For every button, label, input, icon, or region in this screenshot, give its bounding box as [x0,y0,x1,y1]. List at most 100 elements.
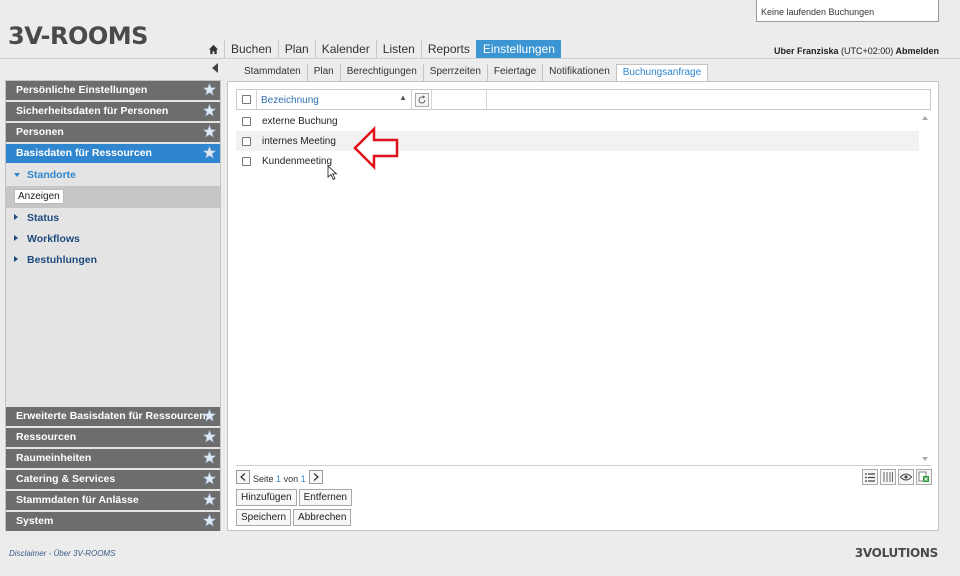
favorite-star-icon[interactable] [203,146,216,159]
next-page-button[interactable] [308,470,323,484]
row-checkbox[interactable] [241,156,251,166]
sidebar-group-stammdaten-anlaesse[interactable]: Stammdaten für Anlässe [6,491,220,510]
sidebar-group-label: Persönliche Einstellungen [16,84,148,96]
table-row[interactable]: internes Meeting [236,131,919,151]
favorite-star-icon[interactable] [203,125,216,138]
timezone: (UTC+02:00) [841,46,894,56]
favorite-star-icon[interactable] [203,472,216,485]
grid-header: Bezeichnung ▲ [236,89,931,110]
pager: Seite 1 von 1 [236,470,323,484]
favorite-star-icon[interactable] [203,430,216,443]
favorite-star-icon[interactable] [203,514,216,527]
sidebar-item-standorte[interactable]: Standorte [6,165,220,186]
refresh-button[interactable] [412,90,432,109]
mouse-pointer-icon [327,165,338,181]
nav-kalender[interactable]: Kalender [314,40,376,58]
nav-listen[interactable]: Listen [375,40,421,58]
row-label: internes Meeting [262,135,336,147]
footer-links: Disclaimer - Über 3V-ROOMS [9,549,115,558]
row-checkbox[interactable] [241,136,251,146]
sidebar-group-label: Raumeinheiten [16,452,92,464]
row-label: externe Buchung [262,115,338,127]
about-link[interactable]: Über 3V-ROOMS [53,549,115,558]
nav-buchen[interactable]: Buchen [224,40,278,58]
favorite-star-icon[interactable] [203,104,216,117]
main-nav: Buchen Plan Kalender Listen Reports Eins… [202,40,561,58]
select-all-checkbox[interactable] [242,95,251,104]
sidebar-subaction: Anzeigen [6,186,220,208]
column-label: Bezeichnung [261,95,319,106]
sidebar-group-sicherheitsdaten[interactable]: Sicherheitsdaten für Personen [6,102,220,121]
sidebar-group-raumeinheiten[interactable]: Raumeinheiten [6,449,220,468]
sidebar-group-personen[interactable]: Personen [6,123,220,142]
sidebar-group-label: Personen [16,126,64,138]
tab-buchungsanfrage[interactable]: Buchungsanfrage [615,64,709,82]
sidebar-group-catering-services[interactable]: Catering & Services [6,470,220,489]
sidebar-item-status[interactable]: Status [6,208,220,229]
form-actions: Speichern Abbrechen [236,509,352,526]
sidebar-item-bestuhlungen[interactable]: Bestuhlungen [6,250,220,271]
scroll-up-icon[interactable] [922,116,928,120]
list-view-icon[interactable] [862,469,878,485]
nav-plan[interactable]: Plan [277,40,315,58]
expanded-caret-icon [14,173,20,177]
logout-link[interactable]: Abmelden [895,46,939,56]
sub-tabs: Stammdaten Plan Berechtigungen Sperrzeit… [238,64,709,82]
home-icon[interactable] [202,40,224,58]
header-spacer [432,90,487,109]
favorite-star-icon[interactable] [203,409,216,422]
sidebar-group-persoenliche-einstellungen[interactable]: Persönliche Einstellungen [6,81,220,100]
grid-footer-divider [236,465,931,466]
anzeigen-button[interactable]: Anzeigen [14,189,64,204]
tab-sperrzeiten[interactable]: Sperrzeiten [422,64,487,82]
table-row[interactable]: externe Buchung [236,111,919,131]
footer-separator: - [48,549,52,558]
grid-tools [862,469,932,485]
add-button[interactable]: Hinzufügen [236,489,297,506]
scroll-down-icon[interactable] [922,457,928,461]
tab-berechtigungen[interactable]: Berechtigungen [339,64,423,82]
save-button[interactable]: Speichern [236,509,292,526]
sidebar-group-label: Erweiterte Basisdaten für Ressourcen [16,410,206,422]
columns-icon[interactable] [880,469,896,485]
remove-button[interactable]: Entfernen [298,489,352,506]
sidebar: Persönliche Einstellungen Sicherheitsdat… [5,80,221,531]
collapse-sidebar-icon[interactable] [212,63,218,73]
vendor-logo: 3VOLUTIONS [854,546,938,560]
sidebar-group-label: Catering & Services [16,473,116,485]
user-area: Uber Franziska (UTC+02:00) Abmelden [774,46,939,56]
favorite-star-icon[interactable] [203,83,216,96]
refresh-icon [414,92,429,107]
nav-reports[interactable]: Reports [420,40,476,58]
row-checkbox[interactable] [241,116,251,126]
export-excel-icon[interactable] [916,469,932,485]
sidebar-group-system[interactable]: System [6,512,220,531]
cancel-button[interactable]: Abbrechen [293,509,352,526]
grid-body: externe Buchung internes Meeting Kundenm… [236,111,919,171]
sidebar-group-basisdaten-ressourcen[interactable]: Basisdaten für Ressourcen [6,144,220,163]
sidebar-group-erweiterte-basisdaten[interactable]: Erweiterte Basisdaten für Ressourcen [6,407,220,426]
sidebar-item-workflows[interactable]: Workflows [6,229,220,250]
favorite-star-icon[interactable] [203,493,216,506]
tab-notifikationen[interactable]: Notifikationen [542,64,616,82]
user-name: Uber Franziska [773,46,839,56]
running-bookings-notice: Keine laufenden Buchungen [756,0,939,22]
nav-divider [0,58,960,59]
nav-einstellungen[interactable]: Einstellungen [475,40,561,58]
vertical-scrollbar[interactable] [919,113,931,464]
preview-eye-icon[interactable] [898,469,914,485]
collapsed-caret-icon [14,235,18,241]
disclaimer-link[interactable]: Disclaimer [9,549,46,558]
sort-ascending-icon[interactable]: ▲ [399,93,407,102]
select-all-cell [237,90,257,109]
column-bezeichnung[interactable]: Bezeichnung ▲ [257,90,412,109]
prev-page-button[interactable] [236,470,250,484]
sidebar-group-label: Stammdaten für Anlässe [16,494,139,506]
tab-plan[interactable]: Plan [306,64,340,82]
sidebar-group-ressourcen[interactable]: Ressourcen [6,428,220,447]
tab-stammdaten[interactable]: Stammdaten [238,64,307,82]
favorite-star-icon[interactable] [203,451,216,464]
page-prefix: Seite [253,473,274,484]
tab-feiertage[interactable]: Feiertage [486,64,542,82]
sidebar-group-label: Ressourcen [16,431,77,443]
